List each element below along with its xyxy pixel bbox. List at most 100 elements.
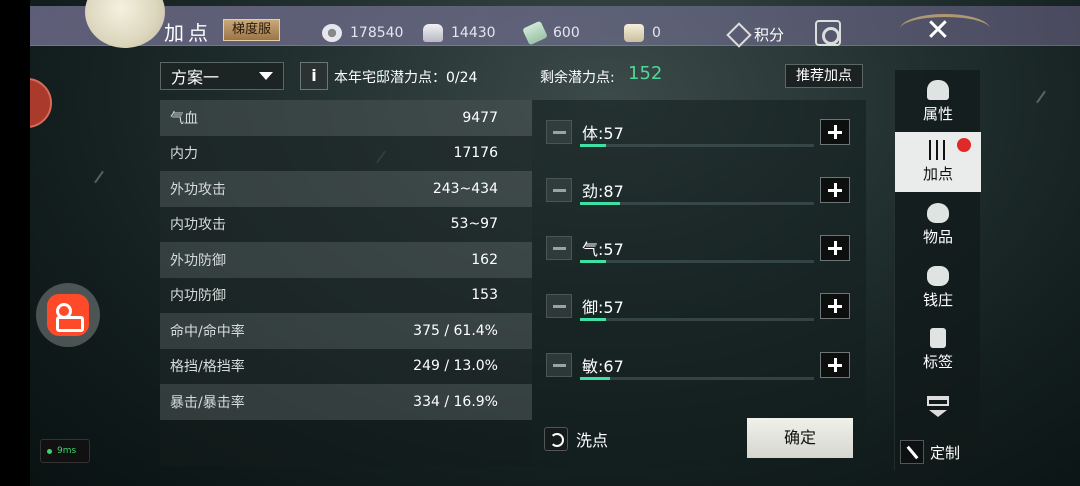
reset-points-button[interactable]: 洗点 <box>544 425 624 453</box>
nav-item-label: 加点 <box>922 165 953 183</box>
stat-name: 内力 <box>170 146 198 163</box>
close-button[interactable]: ✕ <box>918 12 958 50</box>
stack-icon <box>927 396 949 406</box>
stat-name: 格挡/格挡率 <box>170 359 245 376</box>
nav-item-bank[interactable]: 钱庄 <box>895 258 981 318</box>
attribute-bar <box>580 260 814 263</box>
stat-value: 53~97 <box>450 216 498 233</box>
stat-row: 外功防御 162 <box>160 242 532 278</box>
points-button[interactable]: 积分 <box>726 21 785 48</box>
game-screen: 加点 梯度服 178540 14430 600 0 积分 ✕ 9ms 方案一 i… <box>30 0 1080 486</box>
attribute-label: 劲:87 <box>582 182 624 201</box>
stat-row: 气血 9477 <box>160 100 532 136</box>
nav-item-tags[interactable]: 标签 <box>895 320 981 380</box>
plan-dropdown-value: 方案一 <box>171 68 220 87</box>
camera-icon <box>47 294 89 336</box>
screen-left-bar <box>0 0 30 486</box>
chevron-down-icon <box>259 72 273 80</box>
stat-name: 外功攻击 <box>170 181 226 198</box>
tag-icon <box>930 328 946 348</box>
stat-row: 内功防御 153 <box>160 277 532 313</box>
status-dot-icon <box>47 448 52 454</box>
page-title: 加点 <box>164 21 212 45</box>
stat-value: 17176 <box>453 145 498 162</box>
plan-dropdown[interactable]: 方案一 <box>160 62 284 90</box>
rain-streak <box>94 170 104 184</box>
nav-item-allocate[interactable]: 加点 <box>895 132 981 192</box>
attribute-label: 气:57 <box>582 240 624 259</box>
nav-item-label: 物品 <box>922 228 953 246</box>
attribute-row: 敏:67 <box>542 349 854 381</box>
attribute-row: 御:57 <box>542 290 854 322</box>
left-edge-tab-button[interactable] <box>30 78 52 128</box>
stat-name: 外功防御 <box>170 252 226 269</box>
plus-button[interactable] <box>820 177 850 203</box>
settings-gear-icon[interactable] <box>815 20 841 46</box>
stat-row: 格挡/格挡率 249 / 13.0% <box>160 348 532 384</box>
silver-ingot-icon <box>423 24 443 42</box>
stat-row: 命中/命中率 375 / 61.4% <box>160 313 532 349</box>
attribute-row: 劲:87 <box>542 174 854 206</box>
nav-item-attributes[interactable]: 属性 <box>895 72 981 132</box>
magic-wand-icon <box>900 440 924 464</box>
plus-button[interactable] <box>820 293 850 319</box>
nav-item-label: 属性 <box>922 105 953 123</box>
stat-name: 命中/命中率 <box>170 323 245 340</box>
minus-button[interactable] <box>546 353 572 377</box>
stat-name: 内功攻击 <box>170 217 226 234</box>
house-potential-points: 本年宅邸潜力点：0/24 <box>334 70 478 86</box>
attribute-bar-fill <box>580 318 606 321</box>
currency-jade[interactable]: 600 <box>522 20 580 46</box>
rain-streak <box>1036 90 1046 104</box>
minus-button[interactable] <box>546 294 572 318</box>
points-icon <box>726 21 752 48</box>
plus-button[interactable] <box>820 119 850 145</box>
attribute-bar <box>580 144 814 147</box>
confirm-button[interactable]: 确定 <box>747 418 853 458</box>
stat-value: 162 <box>471 251 498 268</box>
attribute-panel: 体:57 劲:87 气:57 御:57 敏:67 <box>532 100 866 466</box>
plus-button[interactable] <box>820 352 850 378</box>
customize-button[interactable]: 定制 <box>900 440 960 464</box>
attribute-row: 气:57 <box>542 232 854 264</box>
stat-value: 334 / 16.9% <box>413 393 498 410</box>
currency-value: 0 <box>652 25 661 41</box>
stat-name: 暴击/暴击率 <box>170 394 245 411</box>
attribute-bar <box>580 202 814 205</box>
attribute-bar-fill <box>580 377 611 380</box>
attribute-label: 御:57 <box>582 298 624 317</box>
coin-icon <box>322 24 342 42</box>
nav-scroll-down-button[interactable] <box>895 390 981 430</box>
server-badge: 梯度服 <box>223 19 281 41</box>
attribute-bar <box>580 318 814 321</box>
minus-button[interactable] <box>546 178 572 202</box>
attribute-label: 体:57 <box>582 124 624 143</box>
minus-button[interactable] <box>546 120 572 144</box>
moon-decoration <box>85 0 165 48</box>
info-button[interactable]: i <box>300 62 328 90</box>
attribute-bar-fill <box>580 260 606 263</box>
nav-item-items[interactable]: 物品 <box>895 195 981 255</box>
remaining-points-label: 剩余潜力点: <box>540 70 615 86</box>
plus-button[interactable] <box>820 235 850 261</box>
kuaishou-float-button[interactable] <box>36 283 100 347</box>
currency-value: 600 <box>553 25 580 41</box>
hat-icon <box>927 80 949 100</box>
nav-item-label: 钱庄 <box>922 291 953 309</box>
points-label: 积分 <box>754 26 785 44</box>
currency-ticket[interactable]: 0 <box>624 24 661 42</box>
currency-coin[interactable]: 178540 <box>322 24 403 42</box>
attribute-row: 体:57 <box>542 116 854 148</box>
chevron-down-icon <box>929 410 947 417</box>
stat-row: 内力 17176 <box>160 135 532 171</box>
minus-button[interactable] <box>546 236 572 260</box>
latency-indicator: 9ms <box>40 439 90 463</box>
latency-text: 9ms <box>57 446 77 456</box>
reset-points-label: 洗点 <box>576 431 609 450</box>
stat-name: 气血 <box>170 110 198 127</box>
jade-icon <box>522 20 548 46</box>
currency-silver[interactable]: 14430 <box>423 24 496 42</box>
recommend-allocation-button[interactable]: 推荐加点 <box>785 64 863 88</box>
bag-icon <box>927 203 949 223</box>
money-pouch-icon <box>927 266 949 286</box>
